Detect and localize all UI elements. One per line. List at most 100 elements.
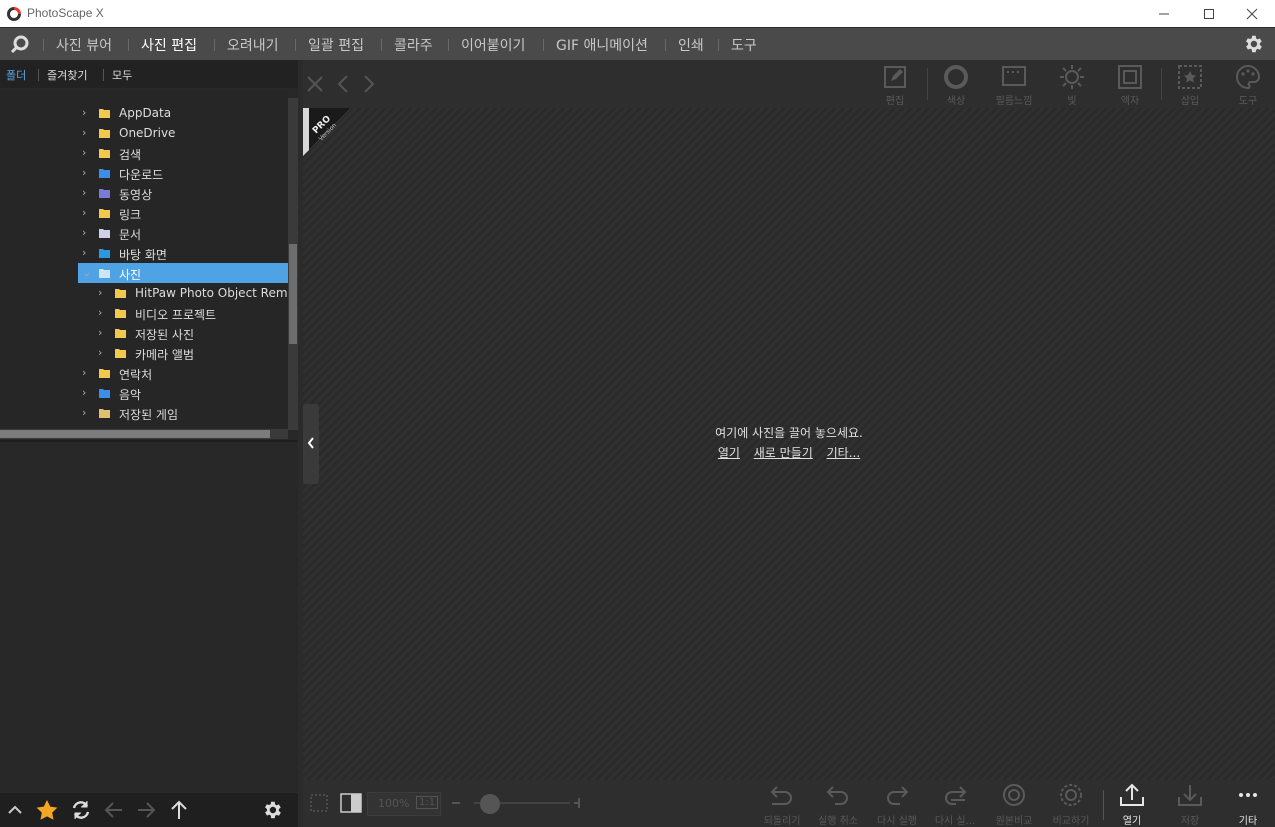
maximize-button[interactable] — [1186, 0, 1232, 27]
tab-separator — [38, 69, 39, 81]
edit-toolbar: 편집 색상 필름느낌 빛 액자 삽입 도구 — [303, 60, 1275, 108]
zoom-slider[interactable] — [450, 796, 580, 810]
panel-divider[interactable] — [0, 440, 298, 442]
close-button[interactable] — [1229, 0, 1275, 27]
tree-item[interactable]: › 문서 — [0, 223, 288, 243]
tool-film[interactable]: 필름느낌 — [989, 64, 1039, 108]
chevron-right-icon[interactable]: › — [98, 326, 108, 339]
tree-item[interactable]: › 카메라 앨범 — [0, 343, 288, 363]
tree-item[interactable]: › 비디오 프로젝트 — [0, 303, 288, 323]
tool-frame[interactable]: 액자 — [1105, 64, 1155, 108]
open-link[interactable]: 열기 — [718, 446, 740, 460]
split-view-icon[interactable] — [340, 793, 362, 813]
tree-item[interactable]: › 저장된 게임 — [0, 403, 288, 423]
refresh-icon[interactable] — [69, 799, 93, 821]
select-area-icon[interactable] — [309, 793, 329, 813]
menu-tools[interactable]: 도구 — [731, 35, 757, 55]
more-link[interactable]: 기타... — [827, 446, 861, 460]
tree-horizontal-scrollbar[interactable] — [0, 429, 288, 439]
tree-item[interactable]: ⌄ 사진 — [78, 263, 288, 283]
tool-color[interactable]: 색상 — [931, 64, 981, 108]
tool-tools[interactable]: 도구 — [1223, 64, 1273, 108]
chevron-right-icon[interactable]: › — [82, 366, 92, 379]
star-icon[interactable] — [35, 799, 59, 821]
chevron-right-icon[interactable]: › — [82, 126, 92, 139]
open-button[interactable]: 열기 — [1105, 783, 1159, 827]
tab-all[interactable]: 모두 — [112, 67, 132, 83]
menu-photo-editor[interactable]: 사진 편집 — [141, 35, 197, 55]
settings-gear-icon[interactable] — [1242, 33, 1264, 55]
settings-gear-icon[interactable] — [260, 799, 284, 821]
chevron-right-icon[interactable]: › — [98, 346, 108, 359]
tree-item[interactable]: › 검색 — [0, 143, 288, 163]
menu-separator — [381, 39, 382, 51]
menu-photo-viewer[interactable]: 사진 뷰어 — [56, 35, 112, 55]
tree-item[interactable]: › 링크 — [0, 203, 288, 223]
chevron-right-icon[interactable]: › — [82, 206, 92, 219]
menu-combine[interactable]: 이어붙이기 — [461, 35, 525, 55]
tree-item-label: 검색 — [119, 148, 142, 162]
redo-button[interactable]: 다시 실행 — [870, 783, 924, 827]
tree-item[interactable]: › 바탕 화면 — [0, 243, 288, 263]
chevron-right-icon[interactable]: › — [98, 306, 108, 319]
chevron-right-icon[interactable]: › — [82, 166, 92, 179]
compare-original-button[interactable]: 원본비교 — [987, 783, 1041, 827]
zoom-slider-thumb[interactable] — [479, 793, 501, 815]
up-arrow-icon[interactable] — [167, 799, 191, 821]
chevron-right-icon[interactable]: › — [82, 186, 92, 199]
tool-insert[interactable]: 삽입 — [1165, 64, 1215, 108]
back-arrow-icon[interactable] — [102, 799, 126, 821]
chevron-right-icon[interactable]: › — [98, 286, 108, 299]
restore-button[interactable]: 되돌리기 — [755, 783, 809, 827]
tree-item[interactable]: › 음악 — [0, 383, 288, 403]
tree-vertical-scrollbar[interactable] — [288, 98, 298, 430]
tree-item[interactable]: › OneDrive — [0, 123, 288, 143]
tool-edit[interactable]: 편집 — [870, 64, 920, 108]
chevron-right-icon[interactable]: › — [82, 146, 92, 159]
undo-button[interactable]: 실행 취소 — [811, 783, 865, 827]
menu-gif-animation[interactable]: GIF 애니메이션 — [556, 35, 648, 55]
menu-collage[interactable]: 콜라주 — [394, 35, 433, 55]
compare-button[interactable]: 비교하기 — [1044, 783, 1098, 827]
tree-item[interactable]: › HitPaw Photo Object Remo — [0, 283, 288, 303]
toolbar-separator — [1161, 68, 1162, 100]
save-button[interactable]: 저장 — [1163, 783, 1217, 827]
tab-folder[interactable]: 폴더 — [6, 67, 26, 83]
menu-cut-out[interactable]: 오려내기 — [227, 35, 279, 55]
color-circle-icon — [944, 65, 968, 89]
chevron-down-icon[interactable]: ⌄ — [82, 266, 92, 279]
scrollbar-thumb[interactable] — [289, 244, 297, 344]
tree-item[interactable]: › 다운로드 — [0, 163, 288, 183]
tree-item[interactable]: › 저장된 사진 — [0, 323, 288, 343]
home-icon[interactable] — [9, 34, 31, 54]
redo-all-button[interactable]: 다시 실... — [928, 783, 982, 827]
chevron-right-icon[interactable]: › — [82, 226, 92, 239]
zoom-field[interactable]: 100% 1:1 — [367, 792, 441, 816]
chevron-right-icon[interactable]: › — [82, 246, 92, 259]
scrollbar-thumb[interactable] — [0, 430, 270, 438]
left-bottom-toolbar — [0, 793, 298, 827]
next-photo-icon[interactable] — [361, 74, 377, 94]
tree-item[interactable]: › 동영상 — [0, 183, 288, 203]
previous-photo-icon[interactable] — [335, 74, 351, 94]
forward-arrow-icon[interactable] — [134, 799, 158, 821]
more-button[interactable]: 기타 — [1221, 783, 1275, 827]
minimize-button[interactable] — [1141, 0, 1187, 27]
menu-batch-editor[interactable]: 일괄 편집 — [308, 35, 364, 55]
chevron-right-icon[interactable]: › — [82, 106, 92, 119]
zoom-1to1-button[interactable]: 1:1 — [416, 796, 439, 809]
tool-light[interactable]: 빛 — [1047, 64, 1097, 108]
menu-separator — [718, 39, 719, 51]
insert-star-icon — [1178, 65, 1202, 89]
chevron-right-icon[interactable]: › — [82, 406, 92, 419]
chevron-right-icon[interactable]: › — [82, 386, 92, 399]
new-link[interactable]: 새로 만들기 — [754, 446, 813, 460]
download-icon — [99, 169, 110, 178]
tab-favorites[interactable]: 즐겨찾기 — [47, 67, 87, 83]
menu-separator — [448, 39, 449, 51]
menu-print[interactable]: 인쇄 — [678, 35, 704, 55]
close-photo-icon[interactable] — [305, 74, 325, 94]
chevron-up-icon[interactable] — [3, 799, 27, 821]
tree-item[interactable]: › AppData — [0, 103, 288, 123]
tree-item[interactable]: › 연락처 — [0, 363, 288, 383]
